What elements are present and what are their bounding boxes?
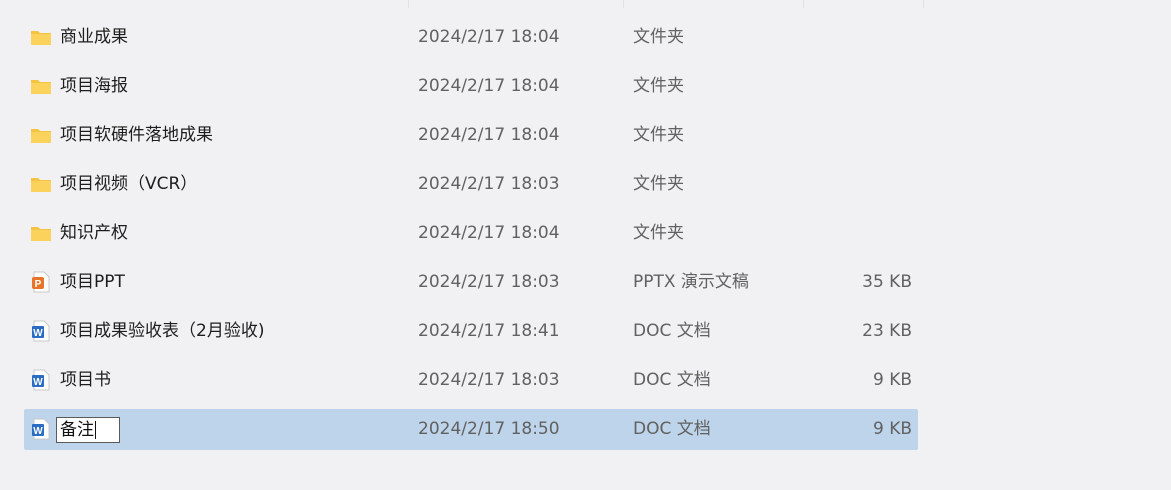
file-name: 项目软硬件落地成果 [60,125,213,145]
file-type: DOC 文档 [633,321,711,341]
folder-icon [30,222,52,244]
svg-text:W: W [33,426,43,437]
file-type: 文件夹 [633,76,684,96]
file-row[interactable]: 项目视频（VCR） 2024/2/17 18:03 文件夹 [24,164,918,205]
file-modified-date: 2024/2/17 18:03 [418,272,560,292]
folder-icon [30,75,52,97]
file-modified-date: 2024/2/17 18:50 [418,419,560,439]
file-row[interactable]: W 备注 2024/2/17 18:50 DOC 文档 9 KB [24,409,918,450]
file-modified-date: 2024/2/17 18:03 [418,370,560,390]
rename-input[interactable]: 备注 [56,417,120,443]
file-size: 9 KB [872,370,912,390]
column-divider[interactable] [623,0,624,8]
file-row[interactable]: 知识产权 2024/2/17 18:04 文件夹 [24,213,918,254]
file-type: PPTX 演示文稿 [633,272,749,292]
file-type: 文件夹 [633,174,684,194]
column-divider[interactable] [803,0,804,8]
file-name: 项目海报 [60,76,128,96]
file-type: DOC 文档 [633,370,711,390]
svg-text:P: P [35,279,42,290]
file-size: 9 KB [872,419,912,439]
file-modified-date: 2024/2/17 18:03 [418,174,560,194]
file-modified-date: 2024/2/17 18:04 [418,76,560,96]
file-type: 文件夹 [633,27,684,47]
file-type: 文件夹 [633,223,684,243]
file-size: 23 KB [862,321,912,341]
file-modified-date: 2024/2/17 18:04 [418,223,560,243]
folder-icon [30,173,52,195]
column-divider[interactable] [923,0,924,8]
file-name: 项目成果验收表（2月验收) [60,321,265,341]
column-divider[interactable] [408,0,409,8]
word-file-icon: W [30,418,52,440]
file-name: 知识产权 [60,223,128,243]
word-file-icon: W [30,369,52,391]
file-row[interactable]: 商业成果 2024/2/17 18:04 文件夹 [24,17,918,58]
folder-icon [30,124,52,146]
file-modified-date: 2024/2/17 18:04 [418,27,560,47]
file-list: 商业成果 2024/2/17 18:04 文件夹 项目海报 2024/2/17 18:0… [0,0,1171,490]
file-name: 备注 [60,420,94,440]
file-row[interactable]: W 项目书 2024/2/17 18:03 DOC 文档 9 KB [24,360,918,401]
file-modified-date: 2024/2/17 18:04 [418,125,560,145]
pptx-file-icon: P [30,271,52,293]
file-row[interactable]: 项目海报 2024/2/17 18:04 文件夹 [24,66,918,107]
file-name: 项目PPT [60,272,125,292]
file-row[interactable]: W 项目成果验收表（2月验收) 2024/2/17 18:41 DOC 文档 23 KB [24,311,918,352]
file-size: 35 KB [862,272,912,292]
file-type: DOC 文档 [633,419,711,439]
file-row[interactable]: P 项目PPT 2024/2/17 18:03 PPTX 演示文稿 35 KB [24,262,918,303]
file-name: 项目书 [60,370,111,390]
folder-icon [30,26,52,48]
file-type: 文件夹 [633,125,684,145]
svg-text:W: W [33,328,43,339]
file-name: 项目视频（VCR） [60,174,198,194]
file-row[interactable]: 项目软硬件落地成果 2024/2/17 18:04 文件夹 [24,115,918,156]
file-modified-date: 2024/2/17 18:41 [418,321,560,341]
file-name: 商业成果 [60,27,128,47]
svg-text:W: W [33,377,43,388]
word-file-icon: W [30,320,52,342]
text-caret [95,421,96,439]
